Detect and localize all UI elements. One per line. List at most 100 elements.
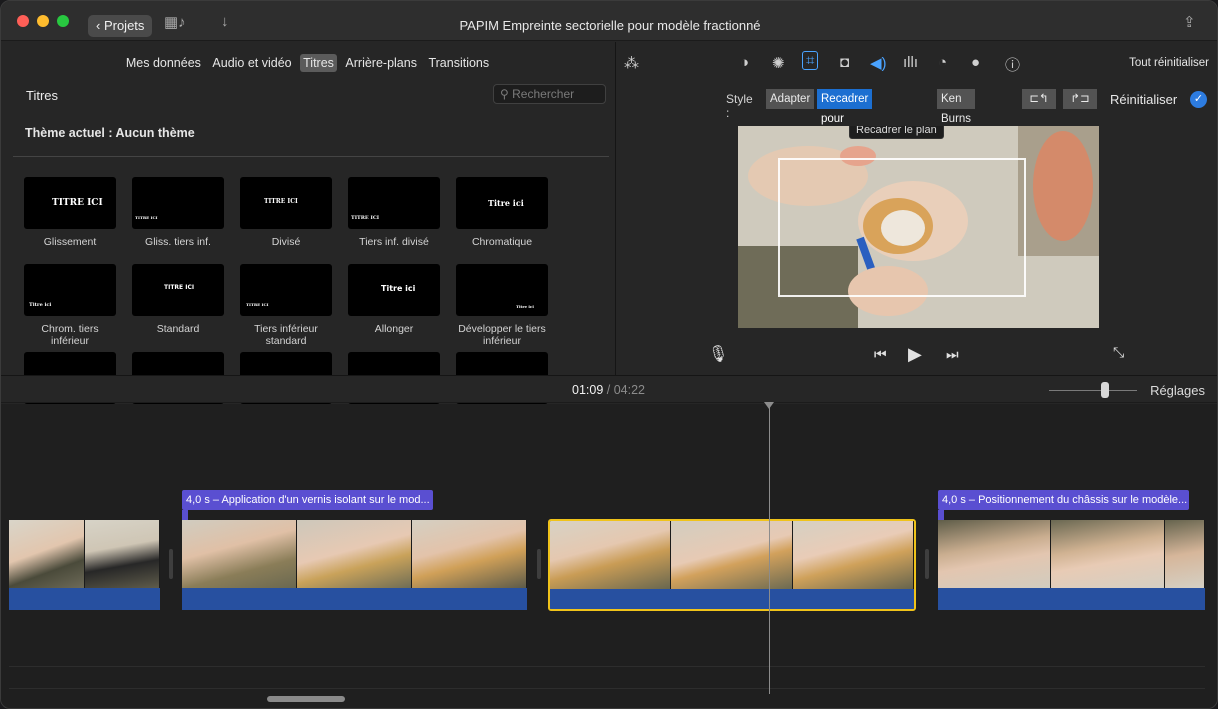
tile-label: Chrom. tiers inférieur <box>41 323 99 347</box>
thumbnail-text: TITRE ICI <box>246 302 269 307</box>
title-tile-divise[interactable]: TITRE ICI Divisé <box>240 177 332 248</box>
clip-thumbnail <box>550 521 672 589</box>
title-bar: ‹ Projets ▦♪ ↓ PAPIM Empreinte sectoriel… <box>1 1 1217 41</box>
zoom-slider-knob[interactable] <box>1101 382 1109 398</box>
clip-thumbnail <box>297 520 412 588</box>
tab-mes-donnees[interactable]: Mes données <box>123 54 204 72</box>
title-tile-tiers-inferieur-standard[interactable]: TITRE ICI Tiers inférieur standard <box>240 264 332 347</box>
section-title: Titres <box>26 88 59 103</box>
rotate-left-icon[interactable]: ⊏↰ <box>1022 89 1056 109</box>
volume-icon[interactable]: ◀) <box>870 54 887 72</box>
clip-thumbnail <box>938 520 1052 588</box>
tile-label: Divisé <box>271 236 301 248</box>
title-thumbnail: TITRE ICI <box>240 177 332 229</box>
selected-video-clip[interactable] <box>548 519 916 611</box>
title-tile-chrom-tiers-inferieur[interactable]: Titre ici Chrom. tiers inférieur <box>24 264 116 347</box>
clip-thumbnail <box>182 520 297 588</box>
audio-waveform <box>9 588 160 610</box>
tab-titres[interactable]: Titres <box>300 54 337 72</box>
title-thumbnail: TITRE ICI <box>24 177 116 229</box>
title-tile-allonger[interactable]: Titre ici Allonger <box>348 264 440 335</box>
title-thumbnail: TITRE ICI <box>132 177 224 229</box>
current-theme-label: Thème actuel : Aucun thème <box>25 126 195 140</box>
tile-label: Tiers inférieur standard <box>254 323 318 347</box>
title-clip-tail <box>938 510 944 520</box>
title-thumbnail: Titre ici <box>348 264 440 316</box>
title-tile-tiers-inf-divise[interactable]: TITRE ICI Tiers inf. divisé <box>348 177 440 248</box>
crop-rectangle[interactable] <box>778 158 1026 297</box>
current-time: 01:09 <box>572 383 604 397</box>
title-tile-gliss-tiers-inf[interactable]: TITRE ICI Gliss. tiers inf. <box>132 177 224 248</box>
title-thumbnail: Titre ici <box>456 264 548 316</box>
title-tile-developper-tiers-inferieur[interactable]: Titre ici Développer le tiers inférieur <box>456 264 548 347</box>
clip-thumbnail <box>1164 520 1205 588</box>
microphone-icon[interactable]: 🎙 <box>708 344 728 364</box>
tile-label: Tiers inf. divisé <box>359 236 429 248</box>
search-input[interactable]: ⚲ Rechercher <box>493 84 606 104</box>
speed-icon[interactable]: ◔ <box>938 54 947 71</box>
divider <box>13 156 609 157</box>
crop-icon[interactable]: ⌗ <box>802 51 819 70</box>
time-separator: / <box>603 383 614 397</box>
video-clip[interactable] <box>182 520 527 610</box>
clip-frames <box>9 520 160 588</box>
clip-filter-icon[interactable]: ● <box>971 54 980 71</box>
title-clip-tail <box>182 510 188 520</box>
tab-transitions[interactable]: Transitions <box>425 54 492 72</box>
thumbnail-text: TITRE ICI <box>264 198 298 205</box>
thumbnail-text: Titre ici <box>381 284 416 293</box>
skip-forward-icon[interactable]: ⏭ <box>946 346 959 363</box>
clip-thumbnail <box>671 521 793 589</box>
stabilization-icon[interactable]: ◘ <box>840 54 849 71</box>
search-placeholder: Rechercher <box>512 87 575 101</box>
reset-button[interactable]: Réinitialiser <box>1110 92 1177 107</box>
color-balance-icon[interactable]: ◑ <box>740 54 749 71</box>
clip-thumbnail <box>412 520 527 588</box>
apply-check-icon[interactable]: ✓ <box>1190 91 1207 108</box>
tile-label: Développer le tiers inférieur <box>458 323 546 347</box>
magic-wand-icon[interactable]: ⁂ <box>624 54 639 72</box>
title-thumbnail: Titre ici <box>24 264 116 316</box>
skip-back-icon[interactable]: ⏮ <box>874 346 887 363</box>
timeline[interactable]: 4,0 s – Application d'un vernis isolant … <box>1 402 1217 708</box>
title-tile-glissement[interactable]: TITRE ICI Glissement <box>24 177 116 248</box>
title-clip[interactable]: 4,0 s – Application d'un vernis isolant … <box>182 490 433 510</box>
reset-all-button[interactable]: Tout réinitialiser <box>1129 57 1209 69</box>
clip-frames <box>938 520 1205 588</box>
search-icon: ⚲ <box>500 87 513 101</box>
title-tile-standard[interactable]: TITRE ICI Standard <box>132 264 224 335</box>
title-thumbnail: TITRE ICI <box>132 264 224 316</box>
style-fill-crop-button[interactable]: Recadrer pour remplir <box>817 89 873 145</box>
share-icon[interactable]: ⇪ <box>1183 13 1196 31</box>
style-ken-burns-button[interactable]: Ken Burns <box>937 89 976 125</box>
equalizer-icon[interactable]: ıllı <box>903 54 918 71</box>
audio-waveform <box>182 588 527 610</box>
play-icon[interactable]: ▶ <box>908 344 922 365</box>
tab-audio-video[interactable]: Audio et vidéo <box>209 54 294 72</box>
style-adapter-button[interactable]: Adapter <box>766 89 815 109</box>
thumbnail-text: TITRE ICI <box>164 284 195 291</box>
title-tile-chromatique[interactable]: Titre ici Chromatique <box>456 177 548 248</box>
tab-arriere-plans[interactable]: Arrière-plans <box>342 54 420 72</box>
rotate-right-icon[interactable]: ↱⊐ <box>1063 89 1097 109</box>
info-icon[interactable]: ⓘ <box>1005 54 1020 75</box>
clip-thumbnail <box>9 520 85 588</box>
tile-label: Glissement <box>43 236 97 248</box>
zoom-slider-track[interactable] <box>1049 390 1137 391</box>
settings-button[interactable]: Réglages <box>1150 383 1205 398</box>
tile-label: Allonger <box>374 323 414 335</box>
clip-gap-handle[interactable] <box>537 549 541 579</box>
fullscreen-icon[interactable]: ⤡ <box>1113 344 1124 361</box>
clip-gap-handle[interactable] <box>169 549 173 579</box>
color-correction-icon[interactable]: ✺ <box>772 54 785 72</box>
video-clip[interactable] <box>9 520 160 610</box>
clip-thumbnail <box>792 521 914 589</box>
audio-waveform <box>550 589 914 609</box>
playhead[interactable] <box>769 404 770 694</box>
horizontal-scrollbar[interactable] <box>267 696 345 702</box>
video-preview: Recadrer le plan <box>738 126 1099 328</box>
video-clip[interactable] <box>938 520 1205 610</box>
title-clip[interactable]: 4,0 s – Positionnement du châssis sur le… <box>938 490 1189 510</box>
clip-frames <box>550 521 914 589</box>
clip-gap-handle[interactable] <box>925 549 929 579</box>
